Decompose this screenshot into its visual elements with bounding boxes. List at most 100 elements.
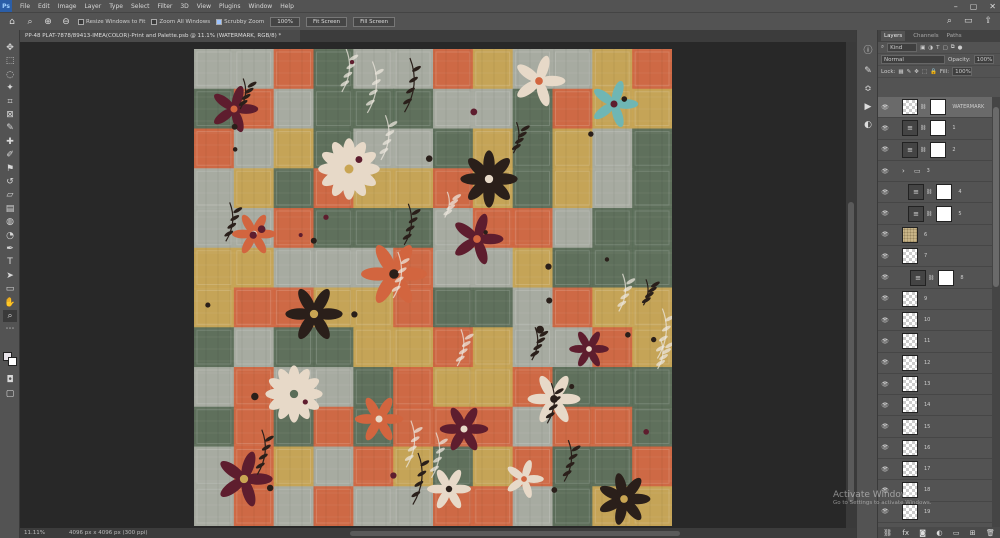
layer-name[interactable]: 4 <box>958 189 961 195</box>
filter-pixel-icon[interactable]: ▣ <box>920 45 925 51</box>
gradient-tool-icon[interactable]: ▤ <box>3 203 17 215</box>
menu-select[interactable]: Select <box>131 3 150 10</box>
layer-name[interactable]: 2 <box>952 147 955 153</box>
layer-name[interactable]: 9 <box>924 296 927 302</box>
actions-play-icon[interactable]: ▶ <box>861 100 875 114</box>
lasso-tool-icon[interactable]: ◌ <box>3 69 17 81</box>
filter-type-icon[interactable]: T <box>936 45 939 51</box>
fill-input[interactable]: 100% <box>952 67 973 76</box>
close-button[interactable]: ✕ <box>989 2 996 11</box>
visibility-eye-icon[interactable]: 👁 <box>880 146 890 153</box>
layer-name[interactable]: 10 <box>924 317 930 323</box>
layer-mask-thumbnail[interactable] <box>930 141 947 158</box>
visibility-eye-icon[interactable]: 👁 <box>880 274 890 281</box>
new-group-icon[interactable]: ▭ <box>953 529 960 537</box>
horizontal-scrollbar[interactable] <box>350 531 680 536</box>
scroll-thumb[interactable] <box>993 107 999 287</box>
layer-row[interactable]: 👁 ≡ ⛓ 2 <box>878 140 992 161</box>
filter-toggle-icon[interactable]: ● <box>958 45 963 51</box>
layer-row[interactable]: 👁 ≡ ⛓ 5 <box>878 203 992 225</box>
quick-mask-icon[interactable]: ◘ <box>3 374 17 386</box>
layer-row[interactable]: 👁 ≡ ⛓ 8 <box>878 267 992 289</box>
zoom-all-checkbox[interactable]: Zoom All Windows <box>151 18 210 25</box>
layer-name[interactable]: 5 <box>958 211 961 217</box>
layer-name[interactable]: 12 <box>924 360 930 366</box>
frame-tool-icon[interactable]: ⊠ <box>3 109 17 121</box>
menu-view[interactable]: View <box>197 3 211 10</box>
screen-mode-icon[interactable]: ▢ <box>3 388 17 400</box>
layer-row[interactable]: 👁 16 <box>878 438 992 460</box>
resize-windows-checkbox[interactable]: Resize Windows to Fit <box>78 18 145 25</box>
layer-row[interactable]: 👁 ≡ ⛓ 1 <box>878 118 992 140</box>
brush-tool-icon[interactable]: ✐ <box>3 149 17 161</box>
blend-mode-select[interactable]: Normal <box>881 55 945 64</box>
layer-name[interactable]: WATERMARK <box>952 104 984 110</box>
menu-help[interactable]: Help <box>280 3 294 10</box>
layer-name[interactable]: 16 <box>924 445 930 451</box>
more-tools-icon[interactable]: ⋯ <box>3 323 17 335</box>
menu-window[interactable]: Window <box>249 3 273 10</box>
delete-layer-icon[interactable]: 🗑 <box>986 529 995 537</box>
adjustment-layer-icon[interactable]: ◐ <box>936 529 942 537</box>
layer-row[interactable]: 👁 7 <box>878 246 992 268</box>
layer-row[interactable]: 👁 ≡ ⛓ 4 <box>878 182 992 204</box>
visibility-eye-icon[interactable]: 👁 <box>880 423 890 430</box>
layers-scrollbar[interactable] <box>992 97 1000 527</box>
menu-filter[interactable]: Filter <box>158 3 173 10</box>
brush-settings-icon[interactable]: ✎ <box>861 64 875 78</box>
zoom-in-icon[interactable]: ⊕ <box>42 16 54 28</box>
history-brush-icon[interactable]: ↺ <box>3 176 17 188</box>
workspace-icon[interactable]: ▭ <box>964 16 973 26</box>
search-icon[interactable]: ⌕ <box>947 16 952 26</box>
visibility-eye-icon[interactable]: 👁 <box>880 466 890 473</box>
link-layers-icon[interactable]: ⛓ <box>883 529 892 537</box>
visibility-eye-icon[interactable]: 👁 <box>880 125 890 132</box>
layer-name[interactable]: 11 <box>924 338 930 344</box>
layer-mask-thumbnail[interactable] <box>938 269 955 286</box>
minimize-button[interactable]: – <box>954 2 958 11</box>
layer-row[interactable]: 👁 ⛓ WATERMARK <box>878 97 992 119</box>
layer-name[interactable]: 8 <box>960 275 963 281</box>
visibility-eye-icon[interactable]: 👁 <box>880 231 890 238</box>
layer-mask-thumbnail[interactable] <box>930 99 947 116</box>
layer-name[interactable]: 13 <box>924 381 930 387</box>
healing-brush-icon[interactable]: ✚ <box>3 136 17 148</box>
filter-kind-select[interactable]: Kind <box>887 43 918 52</box>
menu-edit[interactable]: Edit <box>38 3 50 10</box>
zoom-level[interactable]: 11.11% <box>24 530 45 536</box>
visibility-eye-icon[interactable]: 👁 <box>880 338 890 345</box>
maximize-button[interactable]: ▢ <box>970 2 978 11</box>
dodge-tool-icon[interactable]: ◔ <box>3 230 17 242</box>
canvas-area[interactable] <box>20 42 856 528</box>
filter-smart-icon[interactable]: ⧉ <box>951 44 955 51</box>
layer-row[interactable]: 👁 › ▭ 3 <box>878 161 992 183</box>
menu-3d[interactable]: 3D <box>180 3 188 10</box>
fit-screen-button[interactable]: Fit Screen <box>305 16 348 27</box>
menu-plugins[interactable]: Plugins <box>219 3 241 10</box>
layer-row[interactable]: 👁 14 <box>878 395 992 417</box>
move-tool-icon[interactable]: ✥ <box>3 42 17 54</box>
tab-layers[interactable]: Layers <box>881 31 906 41</box>
layer-name[interactable]: 14 <box>924 402 930 408</box>
visibility-eye-icon[interactable]: 👁 <box>880 253 890 260</box>
menu-image[interactable]: Image <box>58 3 77 10</box>
background-color-swatch[interactable] <box>8 357 17 366</box>
magic-wand-icon[interactable]: ✦ <box>3 82 17 94</box>
layer-name[interactable]: 17 <box>924 466 930 472</box>
stamp-tool-icon[interactable]: ⚑ <box>3 163 17 175</box>
layer-row[interactable]: 👁 10 <box>878 310 992 332</box>
lock-artboard-icon[interactable]: ⬚ <box>922 69 927 75</box>
layer-mask-thumbnail[interactable] <box>936 205 953 222</box>
tab-paths[interactable]: Paths <box>947 33 962 39</box>
layer-name[interactable]: 6 <box>924 232 927 238</box>
crop-tool-icon[interactable]: ⌗ <box>3 96 17 108</box>
layer-name[interactable]: 7 <box>924 253 927 259</box>
layer-mask-thumbnail[interactable] <box>936 184 953 201</box>
layer-mask-thumbnail[interactable] <box>930 120 947 137</box>
opacity-input[interactable]: 100% <box>973 55 994 64</box>
visibility-eye-icon[interactable]: 👁 <box>880 381 890 388</box>
visibility-eye-icon[interactable]: 👁 <box>880 295 890 302</box>
visibility-eye-icon[interactable]: 👁 <box>880 104 890 111</box>
layer-row[interactable]: 👁 13 <box>878 374 992 396</box>
visibility-eye-icon[interactable]: 👁 <box>880 444 890 451</box>
